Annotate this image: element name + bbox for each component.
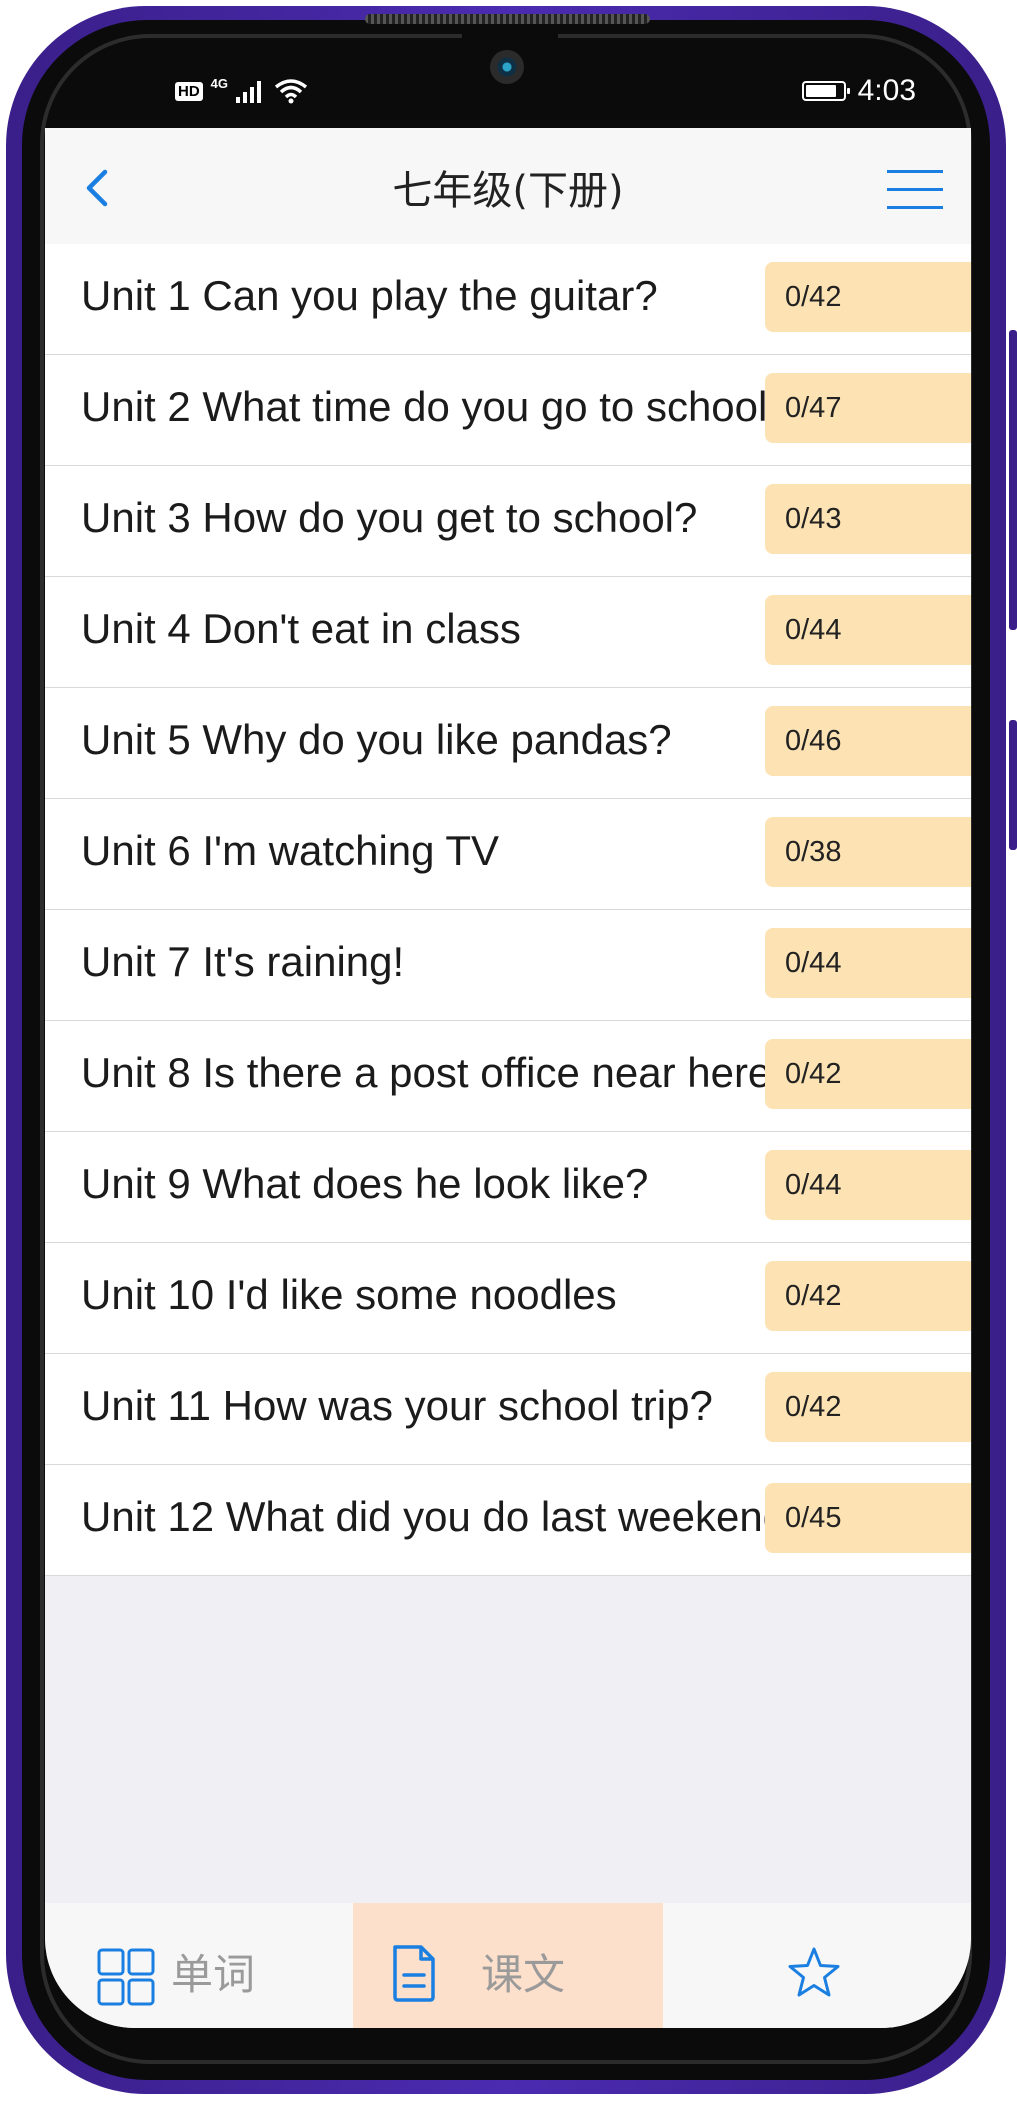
earpiece-speaker [365,14,650,24]
unit-row[interactable]: Unit 7 It's raining! 0/44 [45,910,971,1021]
power-button [1009,720,1017,850]
unit-progress-badge: 0/44 [765,928,971,998]
unit-title: Unit 5 Why do you like pandas? [81,716,672,763]
unit-row[interactable]: Unit 6 I'm watching TV 0/38 [45,799,971,910]
unit-row[interactable]: Unit 2 What time do you go to school? 0/4… [45,355,971,466]
status-left: HD 4G [175,75,308,104]
unit-progress-badge: 0/45 [765,1483,971,1553]
bottom-tab-bar: 单词 课文 [45,1903,971,2028]
unit-row[interactable]: Unit 1 Can you play the guitar? 0/42 [45,244,971,355]
unit-title: Unit 6 I'm watching TV [81,827,500,874]
network-type: 4G [210,75,229,91]
unit-progress-badge: 0/38 [765,817,971,887]
tab-words[interactable]: 单词 [45,1903,353,2028]
unit-title: Unit 3 How do you get to school? [81,494,698,541]
unit-progress-badge: 0/44 [765,1150,971,1220]
status-right: 4:03 [801,74,916,108]
unit-row[interactable]: Unit 4 Don't eat in class 0/44 [45,577,971,688]
unit-title: Unit 12 What did you do last weekend? [81,1493,787,1540]
unit-row[interactable]: Unit 10 I'd like some noodles 0/42 [45,1243,971,1354]
unit-progress-badge: 0/44 [765,595,971,665]
unit-title: Unit 2 What time do you go to school? [81,383,787,430]
unit-progress-badge: 0/42 [765,1261,971,1331]
unit-row[interactable]: Unit 12 What did you do last weekend? 0/4… [45,1465,971,1576]
navigation-bar: 七年级(下册) [45,128,971,244]
unit-row[interactable]: Unit 3 How do you get to school? 0/43 [45,466,971,577]
unit-title: Unit 7 It's raining! [81,938,405,985]
unit-row[interactable]: Unit 8 Is there a post office near here?… [45,1021,971,1132]
unit-title: Unit 9 What does he look like? [81,1160,649,1207]
unit-row[interactable]: Unit 9 What does he look like? 0/44 [45,1132,971,1243]
unit-title: Unit 1 Can you play the guitar? [81,272,658,319]
grid-icon [97,1948,155,2006]
wifi-icon [274,79,308,104]
battery-icon [801,81,850,101]
unit-title: Unit 4 Don't eat in class [81,605,521,652]
unit-progress-badge: 0/42 [765,262,971,332]
tab-text[interactable]: 课文 [353,1903,663,2028]
unit-progress-badge: 0/46 [765,706,971,776]
unit-progress-badge: 0/47 [765,373,971,443]
status-bar: HD 4G 4:03 [45,60,971,120]
unit-title: Unit 8 Is there a post office near here? [81,1049,787,1096]
tab-words-label: 单词 [171,1950,256,1999]
signal-icon [236,81,262,103]
unit-row[interactable]: Unit 5 Why do you like pandas? 0/46 [45,688,971,799]
menu-button[interactable] [885,166,945,214]
unit-progress-badge: 0/42 [765,1039,971,1109]
hd-badge: HD [175,81,203,101]
unit-list: Unit 1 Can you play the guitar? 0/42 Unit … [45,244,971,1576]
status-time: 4:03 [857,74,916,107]
unit-title: Unit 10 I'd like some noodles [81,1271,617,1318]
page-title: 七年级(下册) [392,168,624,214]
tab-favorites[interactable] [663,1903,971,2028]
document-icon [393,1945,435,2002]
unit-progress-badge: 0/43 [765,484,971,554]
unit-row[interactable]: Unit 11 How was your school trip? 0/42 [45,1354,971,1465]
unit-progress-badge: 0/42 [765,1372,971,1442]
volume-button [1009,330,1017,630]
hamburger-menu-icon [887,170,943,173]
phone-device: HD 4G 4:03 七年级(下册) Unit 1 Can you play t… [0,0,1017,2102]
tab-text-label: 课文 [481,1950,566,1999]
app-screen: 七年级(下册) Unit 1 Can you play the guitar? 0… [45,128,971,2028]
unit-title: Unit 11 How was your school trip? [81,1382,713,1429]
star-icon [788,1947,840,1997]
